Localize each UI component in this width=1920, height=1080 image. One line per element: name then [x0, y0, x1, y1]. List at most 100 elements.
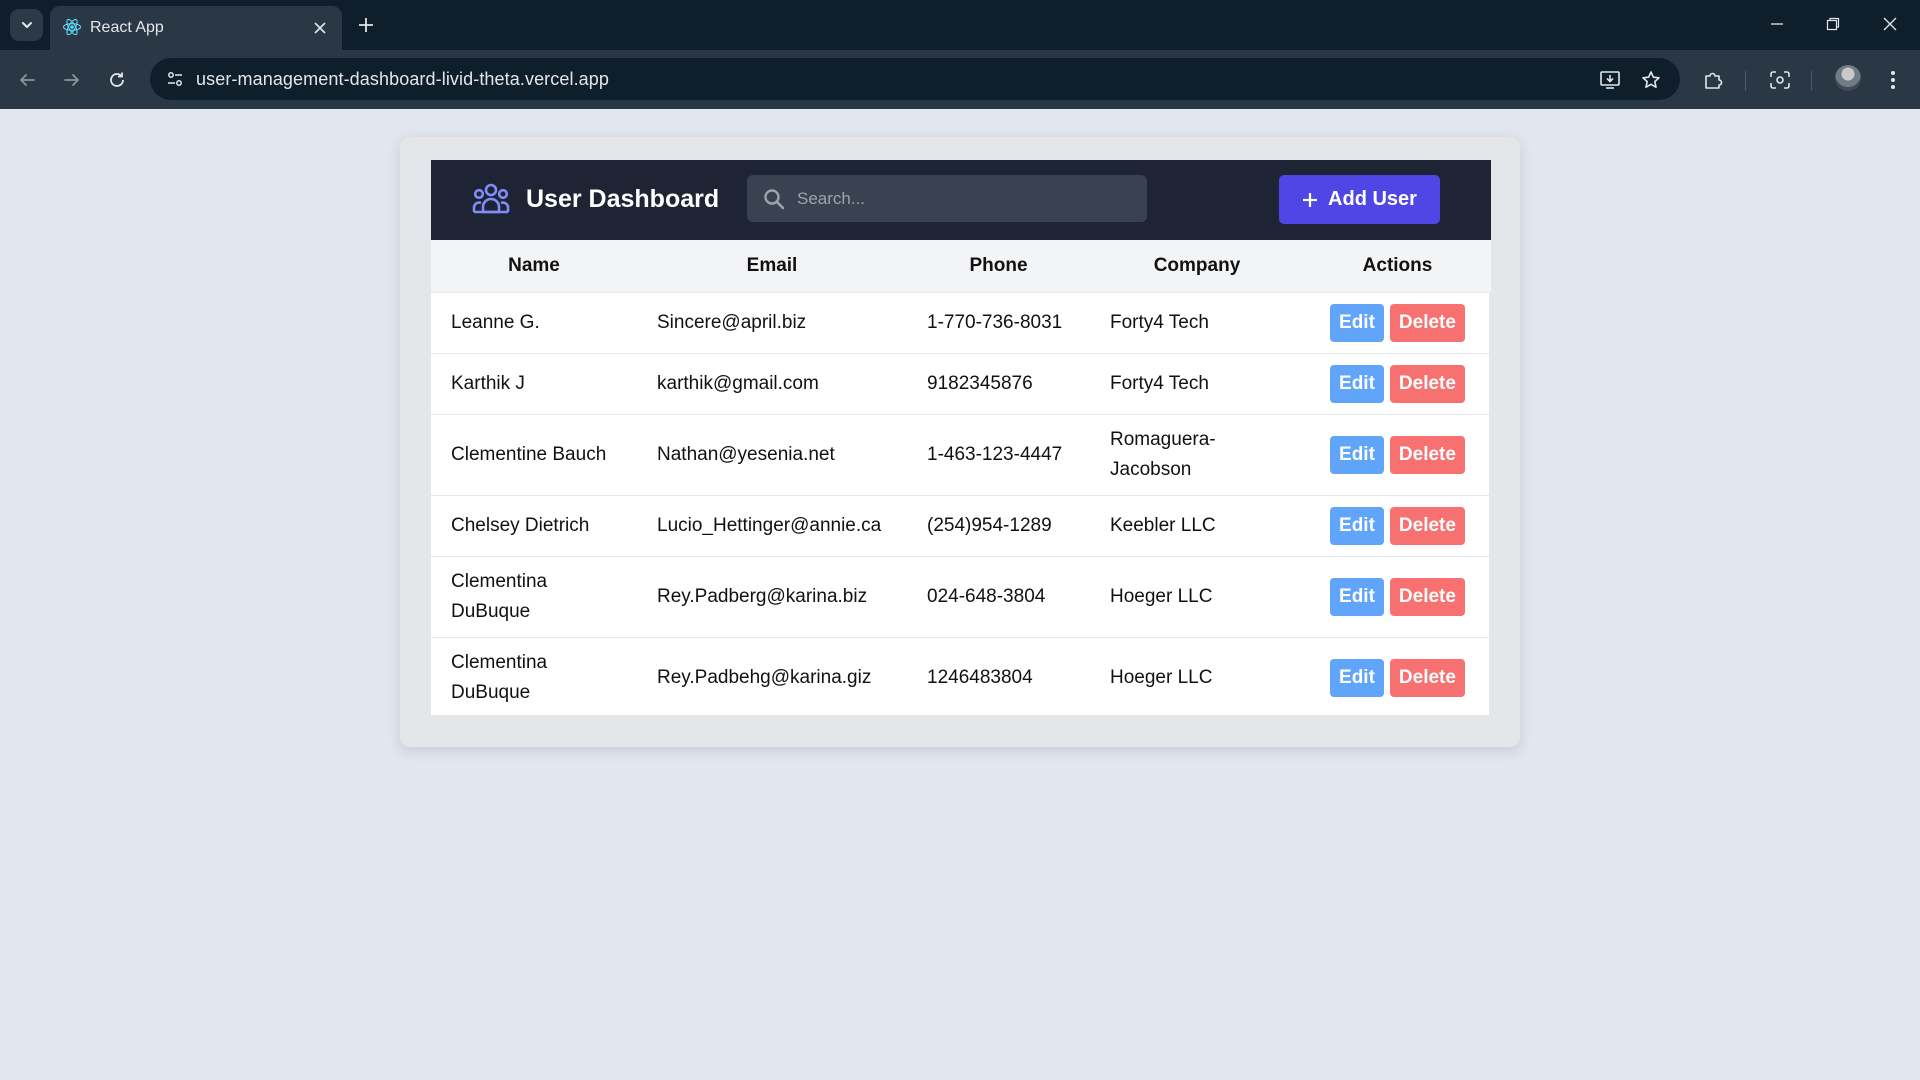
dashboard-card: User Dashboard Add User Name Em	[400, 137, 1520, 747]
new-tab-button[interactable]	[352, 11, 380, 39]
browser-tab[interactable]: React App	[50, 6, 342, 50]
plus-icon	[359, 18, 373, 32]
install-app-button[interactable]	[1596, 66, 1624, 94]
table-row: Leanne G. Sincere@april.biz 1-770-736-80…	[431, 292, 1491, 354]
tab-search-button[interactable]	[10, 9, 43, 41]
close-icon	[314, 22, 326, 34]
screenshot-button[interactable]	[1765, 65, 1795, 95]
reload-icon	[110, 72, 124, 87]
arrow-right-icon	[64, 74, 79, 86]
table-row: Karthik J karthik@gmail.com 9182345876 F…	[431, 353, 1491, 415]
row-actions: Edit Delete	[1304, 556, 1491, 638]
user-email: Rey.Padbehg@karina.giz	[637, 637, 907, 719]
tab-close-button[interactable]	[308, 16, 332, 40]
tune-icon	[168, 72, 182, 86]
url-text: user-management-dashboard-livid-theta.ve…	[196, 69, 610, 89]
search-box[interactable]	[747, 175, 1147, 222]
column-header-company: Company	[1090, 240, 1304, 293]
user-name: Karthik J	[431, 353, 637, 415]
table-row: Clementina DuBuque Rey.Padbehg@karina.gi…	[431, 637, 1491, 719]
delete-button[interactable]: Delete	[1389, 658, 1465, 697]
search-icon	[764, 189, 785, 210]
user-name: Leanne G.	[431, 292, 637, 354]
user-phone: (254)954-1289	[907, 495, 1090, 557]
user-email: Sincere@april.biz	[637, 292, 907, 354]
dashboard-panel: User Dashboard Add User Name Em	[430, 159, 1491, 719]
delete-button[interactable]: Delete	[1389, 303, 1465, 342]
reload-button[interactable]	[101, 64, 133, 96]
minimize-icon	[1771, 23, 1783, 25]
delete-button[interactable]: Delete	[1389, 506, 1465, 545]
close-icon	[1883, 17, 1897, 31]
edit-button[interactable]: Edit	[1330, 435, 1384, 474]
users-table: Name Email Phone Company Actions Leanne …	[431, 240, 1491, 719]
browser-toolbar: user-management-dashboard-livid-theta.ve…	[0, 50, 1920, 109]
profile-avatar[interactable]	[1835, 65, 1861, 91]
user-email: Nathan@yesenia.net	[637, 414, 907, 496]
user-email: Lucio_Hettinger@annie.ca	[637, 495, 907, 557]
delete-button[interactable]: Delete	[1389, 577, 1465, 616]
tab-title: React App	[90, 19, 164, 36]
user-phone: 1-770-736-8031	[907, 292, 1090, 354]
minimize-button[interactable]	[1759, 8, 1795, 40]
edit-button[interactable]: Edit	[1330, 303, 1384, 342]
column-header-name: Name	[431, 240, 637, 293]
edit-button[interactable]: Edit	[1330, 364, 1384, 403]
arrow-left-icon	[20, 74, 35, 86]
table-row: Chelsey Dietrich Lucio_Hettinger@annie.c…	[431, 495, 1491, 557]
restore-icon	[1826, 17, 1840, 31]
browser-tabbar: React App	[0, 0, 1920, 50]
table-header-row: Name Email Phone Company Actions	[431, 240, 1491, 293]
user-name: Clementina DuBuque	[431, 556, 637, 638]
toolbar-divider	[1745, 71, 1746, 91]
plus-icon	[1303, 192, 1318, 207]
edit-button[interactable]: Edit	[1330, 577, 1384, 616]
site-info-button[interactable]	[162, 67, 188, 91]
camera-icon	[1770, 71, 1790, 89]
react-logo-icon	[62, 18, 82, 36]
puzzle-icon	[1705, 72, 1723, 89]
back-button[interactable]	[11, 64, 43, 96]
table-row: Clementine Bauch Nathan@yesenia.net 1-46…	[431, 414, 1491, 496]
user-name: Clementine Bauch	[431, 414, 637, 496]
more-vertical-icon	[1891, 71, 1895, 89]
row-actions: Edit Delete	[1304, 292, 1491, 354]
bookmark-button[interactable]	[1637, 66, 1665, 94]
user-phone: 9182345876	[907, 353, 1090, 415]
users-icon	[472, 183, 510, 214]
install-icon	[1600, 71, 1620, 89]
edit-button[interactable]: Edit	[1330, 658, 1384, 697]
user-name: Chelsey Dietrich	[431, 495, 637, 557]
user-company: Forty4 Tech	[1090, 353, 1304, 415]
column-header-email: Email	[637, 240, 907, 293]
search-input[interactable]	[797, 175, 1137, 222]
user-phone: 1-463-123-4447	[907, 414, 1090, 496]
row-actions: Edit Delete	[1304, 414, 1491, 496]
user-company: Romaguera-Jacobson	[1090, 414, 1304, 496]
restore-button[interactable]	[1815, 8, 1851, 40]
extensions-button[interactable]	[1698, 65, 1728, 95]
user-company: Hoeger LLC	[1090, 637, 1304, 719]
address-bar[interactable]: user-management-dashboard-livid-theta.ve…	[150, 58, 1680, 100]
delete-button[interactable]: Delete	[1389, 364, 1465, 403]
add-user-button[interactable]: Add User	[1279, 175, 1440, 224]
row-actions: Edit Delete	[1304, 637, 1491, 719]
delete-button[interactable]: Delete	[1389, 435, 1465, 474]
toolbar-divider	[1811, 71, 1812, 91]
table-row: Clementina DuBuque Rey.Padberg@karina.bi…	[431, 556, 1491, 638]
forward-button[interactable]	[56, 64, 88, 96]
column-header-phone: Phone	[907, 240, 1090, 293]
user-company: Keebler LLC	[1090, 495, 1304, 557]
add-user-label: Add User	[1328, 188, 1417, 210]
page-title: User Dashboard	[526, 185, 720, 213]
user-phone: 1246483804	[907, 637, 1090, 719]
row-actions: Edit Delete	[1304, 353, 1491, 415]
user-company: Hoeger LLC	[1090, 556, 1304, 638]
user-phone: 024-648-3804	[907, 556, 1090, 638]
dashboard-header: User Dashboard Add User	[431, 160, 1491, 240]
close-window-button[interactable]	[1872, 8, 1908, 40]
star-icon	[1642, 71, 1660, 88]
chevron-down-icon	[21, 22, 32, 28]
browser-menu-button[interactable]	[1878, 65, 1908, 95]
edit-button[interactable]: Edit	[1330, 506, 1384, 545]
